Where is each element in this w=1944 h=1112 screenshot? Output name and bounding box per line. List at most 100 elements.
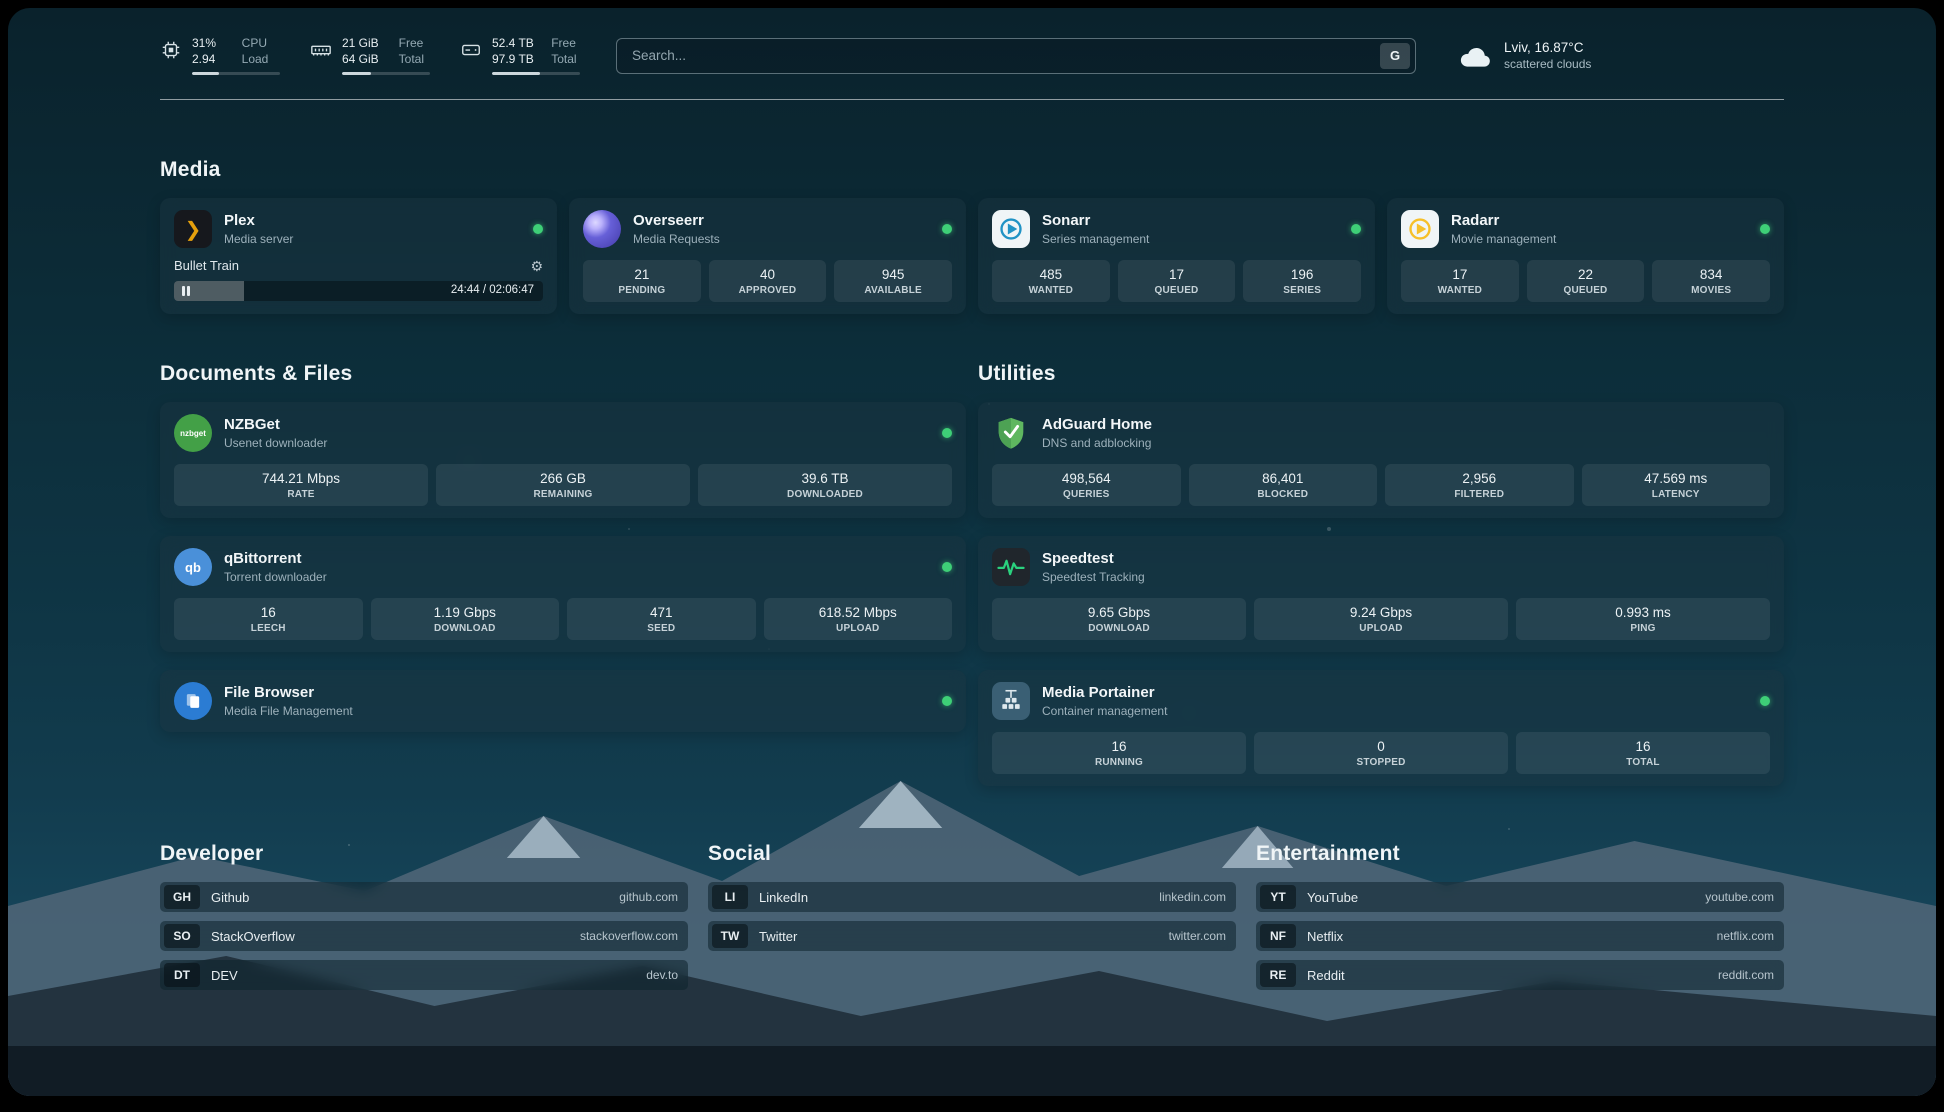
app-name-filebrowser: File Browser bbox=[224, 684, 353, 702]
status-dot-qbittorrent bbox=[942, 562, 952, 572]
app-subtitle-portainer: Container management bbox=[1042, 704, 1167, 718]
app-card-filebrowser[interactable]: File Browser Media File Management bbox=[160, 670, 966, 732]
stat-tile: 17QUEUED bbox=[1118, 260, 1236, 302]
bookmark-group-entertainment: Entertainment YT YouTube youtube.com NF … bbox=[1256, 842, 1784, 999]
disk-icon bbox=[460, 39, 482, 61]
stat-tile: 86,401BLOCKED bbox=[1189, 464, 1378, 506]
status-dot-overseerr bbox=[942, 224, 952, 234]
nzbget-icon bbox=[174, 414, 212, 452]
bookmark-dev[interactable]: DT DEV dev.to bbox=[160, 960, 688, 990]
app-subtitle-qbittorrent: Torrent downloader bbox=[224, 570, 327, 584]
pause-icon[interactable] bbox=[182, 286, 190, 296]
cpu-widget: 31% CPU 2.94 Load bbox=[160, 36, 280, 75]
bookmark-abbr: DT bbox=[164, 963, 200, 987]
status-dot-plex bbox=[533, 224, 543, 234]
stat-tile: 16TOTAL bbox=[1516, 732, 1770, 774]
stat-tile: 196SERIES bbox=[1243, 260, 1361, 302]
app-name-plex: Plex bbox=[224, 212, 293, 230]
disk-free-value: 52.4 TB bbox=[492, 36, 537, 52]
now-playing-title: Bullet Train bbox=[174, 258, 239, 273]
cpu-progress-bar bbox=[192, 72, 280, 75]
bookmark-url: youtube.com bbox=[1705, 890, 1774, 904]
overseerr-icon bbox=[583, 210, 621, 248]
app-name-speedtest: Speedtest bbox=[1042, 550, 1145, 568]
stat-tile: 39.6 TBDOWNLOADED bbox=[698, 464, 952, 506]
app-card-nzbget[interactable]: NZBGet Usenet downloader 744.21 MbpsRATE… bbox=[160, 402, 966, 518]
bookmark-reddit[interactable]: RE Reddit reddit.com bbox=[1256, 960, 1784, 990]
search-bar[interactable]: G bbox=[616, 38, 1416, 74]
stat-tile: 22QUEUED bbox=[1527, 260, 1645, 302]
stat-tile: 834MOVIES bbox=[1652, 260, 1770, 302]
playback-progress-bar[interactable]: 24:44 / 02:06:47 bbox=[174, 281, 543, 301]
plex-icon bbox=[174, 210, 212, 248]
bookmark-github[interactable]: GH Github github.com bbox=[160, 882, 688, 912]
memory-free-value: 21 GiB bbox=[342, 36, 385, 52]
memory-icon bbox=[310, 39, 332, 61]
stat-tile: 2,956FILTERED bbox=[1385, 464, 1574, 506]
bookmark-abbr: YT bbox=[1260, 885, 1296, 909]
app-card-qbittorrent[interactable]: qBittorrent Torrent downloader 16LEECH 1… bbox=[160, 536, 966, 652]
bookmark-twitter[interactable]: TW Twitter twitter.com bbox=[708, 921, 1236, 951]
stat-tile: 16RUNNING bbox=[992, 732, 1246, 774]
radarr-icon bbox=[1401, 210, 1439, 248]
memory-label-bottom: Total bbox=[399, 52, 430, 68]
app-card-speedtest[interactable]: Speedtest Speedtest Tracking 9.65 GbpsDO… bbox=[978, 536, 1784, 652]
app-subtitle-speedtest: Speedtest Tracking bbox=[1042, 570, 1145, 584]
bookmark-linkedin[interactable]: LI LinkedIn linkedin.com bbox=[708, 882, 1236, 912]
app-card-overseerr[interactable]: Overseerr Media Requests 21PENDING 40APP… bbox=[569, 198, 966, 314]
sonarr-icon bbox=[992, 210, 1030, 248]
app-card-adguard[interactable]: AdGuard Home DNS and adblocking 498,564Q… bbox=[978, 402, 1784, 518]
weather-condition: scattered clouds bbox=[1504, 57, 1591, 71]
disk-progress-bar bbox=[492, 72, 580, 75]
status-dot-sonarr bbox=[1351, 224, 1361, 234]
section-utilities: Utilities AdGuard Home DNS and adblockin… bbox=[978, 362, 1784, 786]
app-subtitle-nzbget: Usenet downloader bbox=[224, 436, 327, 450]
bookmark-group-title: Social bbox=[708, 842, 1236, 866]
bookmark-netflix[interactable]: NF Netflix netflix.com bbox=[1256, 921, 1784, 951]
app-card-sonarr[interactable]: Sonarr Series management 485WANTED 17QUE… bbox=[978, 198, 1375, 314]
portainer-icon bbox=[992, 682, 1030, 720]
search-provider-button[interactable]: G bbox=[1380, 43, 1410, 69]
app-name-nzbget: NZBGet bbox=[224, 416, 327, 434]
cpu-usage-percent: 31% bbox=[192, 36, 228, 52]
app-card-plex[interactable]: Plex Media server Bullet Train ⚙ 24:44 /… bbox=[160, 198, 557, 314]
app-card-portainer[interactable]: Media Portainer Container management 16R… bbox=[978, 670, 1784, 786]
status-dot-portainer bbox=[1760, 696, 1770, 706]
disk-label-bottom: Total bbox=[551, 52, 580, 68]
bookmark-url: stackoverflow.com bbox=[580, 929, 678, 943]
section-title-documents: Documents & Files bbox=[160, 362, 966, 386]
stat-tile: 498,564QUERIES bbox=[992, 464, 1181, 506]
bookmark-youtube[interactable]: YT YouTube youtube.com bbox=[1256, 882, 1784, 912]
bookmark-name: LinkedIn bbox=[759, 890, 808, 905]
app-subtitle-plex: Media server bbox=[224, 232, 293, 246]
app-subtitle-radarr: Movie management bbox=[1451, 232, 1556, 246]
bookmark-abbr: TW bbox=[712, 924, 748, 948]
bookmark-stackoverflow[interactable]: SO StackOverflow stackoverflow.com bbox=[160, 921, 688, 951]
bookmark-abbr: RE bbox=[1260, 963, 1296, 987]
stat-tile: 1.19 GbpsDOWNLOAD bbox=[371, 598, 560, 640]
section-title-media: Media bbox=[160, 158, 1784, 182]
app-subtitle-sonarr: Series management bbox=[1042, 232, 1149, 246]
stat-tile: 0STOPPED bbox=[1254, 732, 1508, 774]
bookmark-name: StackOverflow bbox=[211, 929, 295, 944]
app-card-radarr[interactable]: Radarr Movie management 17WANTED 22QUEUE… bbox=[1387, 198, 1784, 314]
search-input[interactable] bbox=[630, 47, 1380, 64]
cpu-label-top: CPU bbox=[242, 36, 280, 52]
gear-icon[interactable]: ⚙ bbox=[530, 259, 543, 273]
bookmark-abbr: SO bbox=[164, 924, 200, 948]
bookmark-group-title: Entertainment bbox=[1256, 842, 1784, 866]
stat-tile: 16LEECH bbox=[174, 598, 363, 640]
app-subtitle-filebrowser: Media File Management bbox=[224, 704, 353, 718]
qbittorrent-icon bbox=[174, 548, 212, 586]
app-name-qbittorrent: qBittorrent bbox=[224, 550, 327, 568]
bookmark-url: netflix.com bbox=[1717, 929, 1774, 943]
stat-tile: 9.24 GbpsUPLOAD bbox=[1254, 598, 1508, 640]
bookmark-abbr: GH bbox=[164, 885, 200, 909]
section-title-utilities: Utilities bbox=[978, 362, 1784, 386]
bookmark-abbr: NF bbox=[1260, 924, 1296, 948]
bookmark-url: github.com bbox=[619, 890, 678, 904]
weather-location: Lviv, 16.87°C bbox=[1504, 40, 1591, 55]
stat-tile: 744.21 MbpsRATE bbox=[174, 464, 428, 506]
bookmark-name: Netflix bbox=[1307, 929, 1343, 944]
status-dot-filebrowser bbox=[942, 696, 952, 706]
